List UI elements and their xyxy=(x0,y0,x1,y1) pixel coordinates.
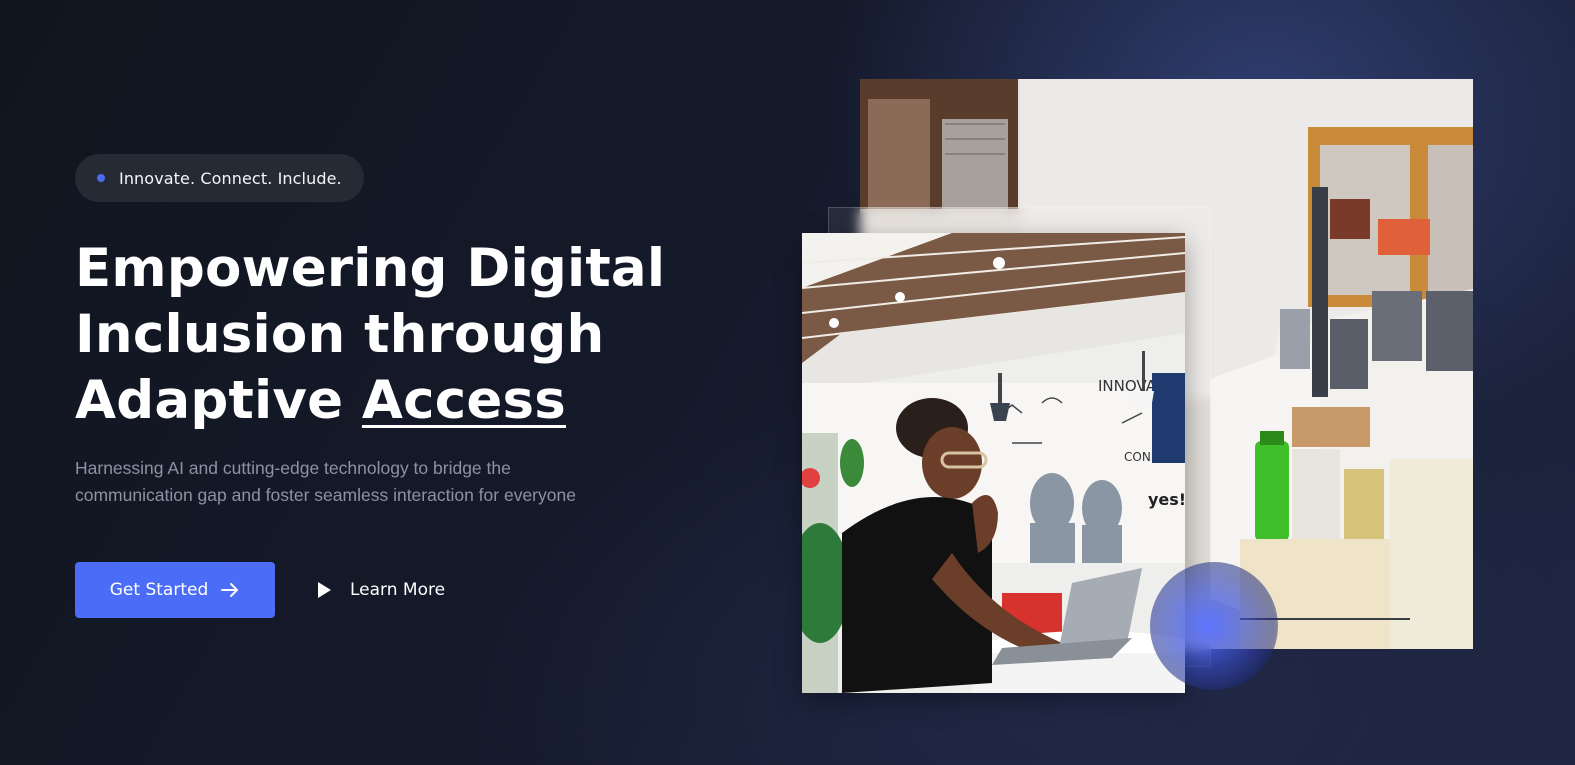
headline-line-2: Inclusion through xyxy=(75,304,605,365)
get-started-button[interactable]: Get Started xyxy=(75,562,275,618)
learn-more-label: Learn More xyxy=(350,580,446,600)
coworking-image: INNOVA CONNECT yes! xyxy=(802,233,1185,693)
headline-line-3: Adaptive Access xyxy=(75,368,715,434)
arrow-right-icon xyxy=(220,580,240,600)
hero-description: Harnessing AI and cutting-edge technolog… xyxy=(75,455,635,509)
get-started-label: Get Started xyxy=(109,580,209,600)
tagline-badge: Innovate. Connect. Include. xyxy=(75,154,364,202)
mural-text-yes: yes! xyxy=(1148,490,1185,509)
tagline-text: Innovate. Connect. Include. xyxy=(119,168,342,188)
dot-icon xyxy=(97,174,105,182)
headline-line-1: Empowering Digital xyxy=(75,238,666,299)
hero-headline: Empowering Digital Inclusion through Ada… xyxy=(75,236,715,434)
description-line-2: communication gap and foster seamless in… xyxy=(75,485,576,505)
headline-highlight: Access xyxy=(361,370,567,431)
description-line-1: Harnessing AI and cutting-edge technolog… xyxy=(75,458,511,478)
learn-more-button[interactable]: Learn More xyxy=(316,570,445,610)
hero-section: Innovate. Connect. Include. Empowering D… xyxy=(0,0,1575,765)
play-icon xyxy=(316,581,332,599)
headline-line-3-prefix: Adaptive xyxy=(75,370,362,431)
glow-orb-decoration xyxy=(1150,562,1278,690)
